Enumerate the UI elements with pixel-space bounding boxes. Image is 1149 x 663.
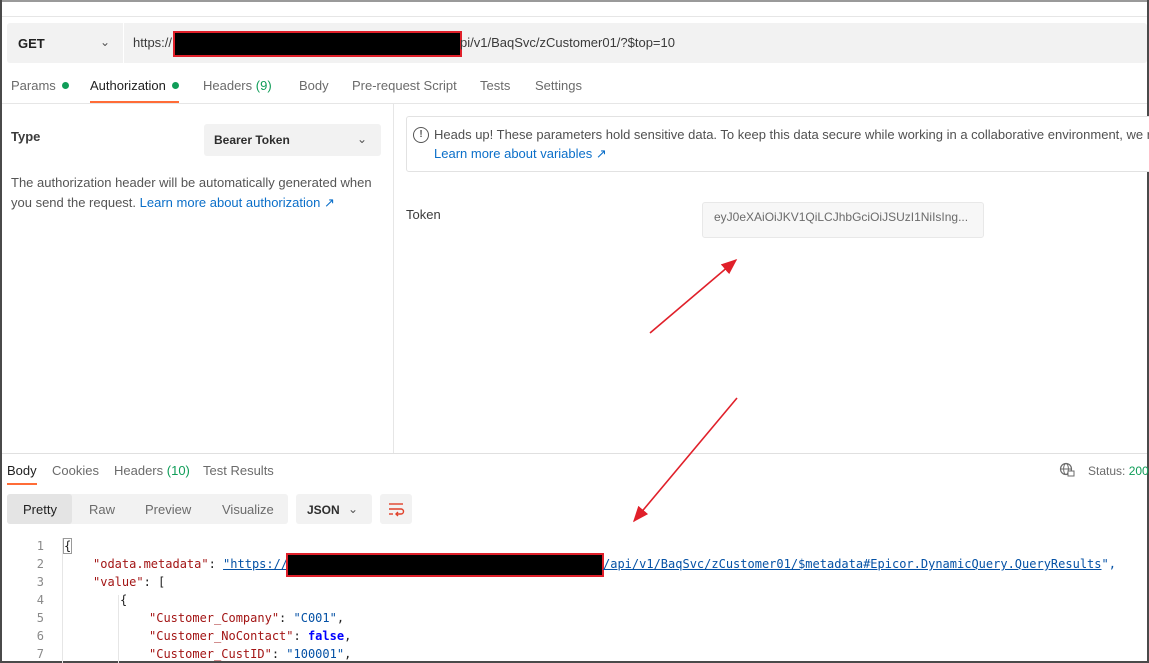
- status-label: Status:: [1088, 464, 1126, 478]
- json-key: "value": [93, 575, 144, 589]
- tab-params-label: Params: [11, 78, 56, 93]
- wrap-lines-icon: [389, 503, 405, 517]
- response-tab-headers[interactable]: Headers (10): [114, 463, 190, 478]
- status-value: 200: [1128, 464, 1149, 478]
- language-value: JSON: [307, 503, 340, 517]
- tab-authorization-label: Authorization: [90, 78, 166, 93]
- chevron-down-icon[interactable]: ⌄: [357, 132, 367, 146]
- tab-authorization[interactable]: Authorization: [90, 78, 179, 93]
- chevron-down-icon[interactable]: ⌄: [100, 35, 110, 49]
- redacted-host: [175, 33, 460, 55]
- json-punct: ,: [336, 611, 345, 625]
- wrap-lines-button[interactable]: [380, 494, 412, 524]
- code-line-2: "odata.metadata": "https://: [93, 557, 288, 571]
- response-divider: [2, 453, 1147, 454]
- response-status: Status: 200: [1088, 464, 1149, 478]
- json-key: "Customer_CustID": [149, 647, 272, 661]
- json-key: "Customer_NoContact": [149, 629, 294, 643]
- json-punct: : [: [143, 575, 166, 589]
- annotation-arrow-token: [649, 258, 738, 334]
- code-line-7: "Customer_CustID": "100001",: [149, 647, 351, 661]
- format-raw-button[interactable]: Raw: [89, 502, 115, 517]
- json-key: "Customer_Company": [149, 611, 280, 625]
- line-number: 2: [36, 557, 44, 571]
- tab-settings[interactable]: Settings: [535, 78, 582, 93]
- tab-prerequest-script[interactable]: Pre-request Script: [352, 78, 457, 93]
- format-preview-button[interactable]: Preview: [145, 502, 191, 517]
- token-value: eyJ0eXAiOiJKV1QiLCJhbGciOiJSUzI1NiIsIng.…: [714, 210, 969, 224]
- globe-icon[interactable]: [1059, 462, 1075, 478]
- annotation-arrow-response: [632, 397, 738, 523]
- code-line-4: {: [120, 593, 128, 607]
- url-path[interactable]: pi/v1/BaqSvc/zCustomer01/?$top=10: [460, 35, 675, 50]
- tab-headers-count: (9): [255, 78, 272, 93]
- response-tab-cookies[interactable]: Cookies: [52, 463, 99, 478]
- url-prefix[interactable]: https://: [133, 35, 172, 50]
- response-tab-headers-label: Headers: [114, 463, 164, 478]
- json-string-end: ",: [1101, 557, 1116, 571]
- status-dot-icon: [61, 82, 69, 89]
- learn-more-variables-link[interactable]: Learn more about variables ↗: [434, 146, 607, 162]
- response-tab-headers-count: (10): [166, 463, 190, 478]
- json-string: "100001": [286, 647, 345, 661]
- tab-tests[interactable]: Tests: [480, 78, 510, 93]
- window-frame-top: [0, 0, 1149, 2]
- json-punct: ,: [344, 629, 352, 643]
- line-number: 1: [36, 539, 44, 553]
- tab-headers-label: Headers: [203, 78, 253, 93]
- line-number: 7: [36, 647, 44, 661]
- line-number: 6: [36, 629, 44, 643]
- auth-type-value: Bearer Token: [214, 133, 290, 147]
- chevron-down-icon[interactable]: ⌄: [348, 502, 358, 516]
- method-label: GET: [18, 36, 45, 51]
- format-pretty-button[interactable]: Pretty: [23, 502, 57, 517]
- response-tab-test-results[interactable]: Test Results: [203, 463, 274, 478]
- json-colon: :: [279, 611, 294, 625]
- code-line-2-rest: /api/v1/BaqSvc/zCustomer01/$metadata#Epi…: [603, 557, 1116, 571]
- auth-description: The authorization header will be automat…: [11, 173, 381, 213]
- line-number: 3: [36, 575, 44, 589]
- format-visualize-button[interactable]: Visualize: [222, 502, 274, 517]
- json-colon: :: [271, 647, 287, 661]
- window-frame-left: [0, 0, 2, 663]
- notice-text: Heads up! These parameters hold sensitiv…: [434, 127, 1149, 142]
- code-gutter-guide: [62, 538, 63, 663]
- learn-more-authorization-link[interactable]: Learn more about authorization ↗: [140, 195, 335, 210]
- code-line-5: "Customer_Company": "C001",: [149, 611, 344, 625]
- tab-params[interactable]: Params: [11, 78, 69, 93]
- json-boolean: false: [307, 629, 345, 643]
- json-colon: :: [208, 557, 224, 571]
- json-string: "C001": [293, 611, 337, 625]
- json-url-end[interactable]: /api/v1/BaqSvc/zCustomer01/$metadata#Epi…: [603, 557, 1102, 571]
- code-line-1: {: [64, 539, 72, 553]
- line-number: 5: [36, 611, 44, 625]
- tabs-divider: [2, 103, 1147, 104]
- json-punct: ,: [344, 647, 352, 661]
- token-label: Token: [406, 207, 441, 222]
- redacted-host: [288, 555, 602, 575]
- json-colon: :: [293, 629, 308, 643]
- status-dot-icon: [171, 82, 179, 89]
- pane-divider: [393, 104, 394, 454]
- info-icon: !: [413, 127, 429, 143]
- response-tab-body[interactable]: Body: [7, 463, 37, 478]
- tab-headers[interactable]: Headers (9): [203, 78, 272, 93]
- line-number: 4: [36, 593, 44, 607]
- sensitive-data-notice: [406, 116, 1149, 172]
- code-line-3: "value": [: [93, 575, 165, 589]
- json-key: "odata.metadata": [93, 557, 209, 571]
- code-line-6: "Customer_NoContact": false,: [149, 629, 351, 643]
- active-response-tab-indicator: [7, 483, 37, 485]
- json-url-start[interactable]: "https://: [223, 557, 288, 571]
- indent-guide: [118, 595, 119, 663]
- auth-type-label: Type: [11, 129, 41, 144]
- tab-body[interactable]: Body: [299, 78, 329, 93]
- top-divider: [2, 16, 1147, 17]
